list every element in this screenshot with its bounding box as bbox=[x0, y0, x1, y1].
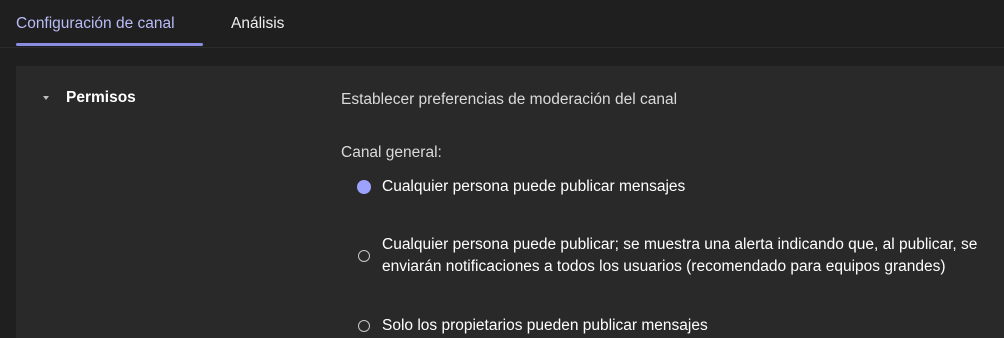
option-label: Cualquier persona puede publicar; se mue… bbox=[382, 236, 978, 275]
tab-channel-settings[interactable]: Configuración de canal bbox=[16, 14, 175, 34]
radio-unchecked-icon[interactable] bbox=[358, 320, 370, 332]
radio-unchecked-icon[interactable] bbox=[358, 250, 370, 262]
moderation-description: Establecer preferencias de moderación de… bbox=[341, 91, 678, 108]
permissions-section-toggle[interactable]: Permisos bbox=[43, 88, 136, 108]
option-label: Solo los propietarios pueden publicar me… bbox=[382, 317, 708, 334]
radio-checked-icon[interactable] bbox=[357, 180, 371, 194]
settings-panel: Permisos Establecer preferencias de mode… bbox=[16, 66, 1004, 338]
tab-analytics[interactable]: Análisis bbox=[231, 14, 284, 34]
option-owners-only[interactable]: Solo los propietarios pueden publicar me… bbox=[341, 315, 708, 337]
option-anyone-can-post[interactable]: Cualquier persona puede publicar mensaje… bbox=[341, 176, 685, 198]
tab-bar: Configuración de canal Análisis bbox=[0, 0, 1004, 48]
active-tab-indicator bbox=[16, 43, 203, 46]
option-anyone-post-with-alert[interactable]: Cualquier persona puede publicar; se mue… bbox=[341, 221, 1004, 291]
caret-down-icon bbox=[43, 96, 49, 100]
channel-settings-page: Configuración de canal Análisis Permisos… bbox=[0, 0, 1004, 338]
option-label: Cualquier persona puede publicar mensaje… bbox=[382, 178, 686, 195]
general-channel-label: Canal general: bbox=[341, 144, 442, 161]
section-title: Permisos bbox=[66, 89, 136, 106]
